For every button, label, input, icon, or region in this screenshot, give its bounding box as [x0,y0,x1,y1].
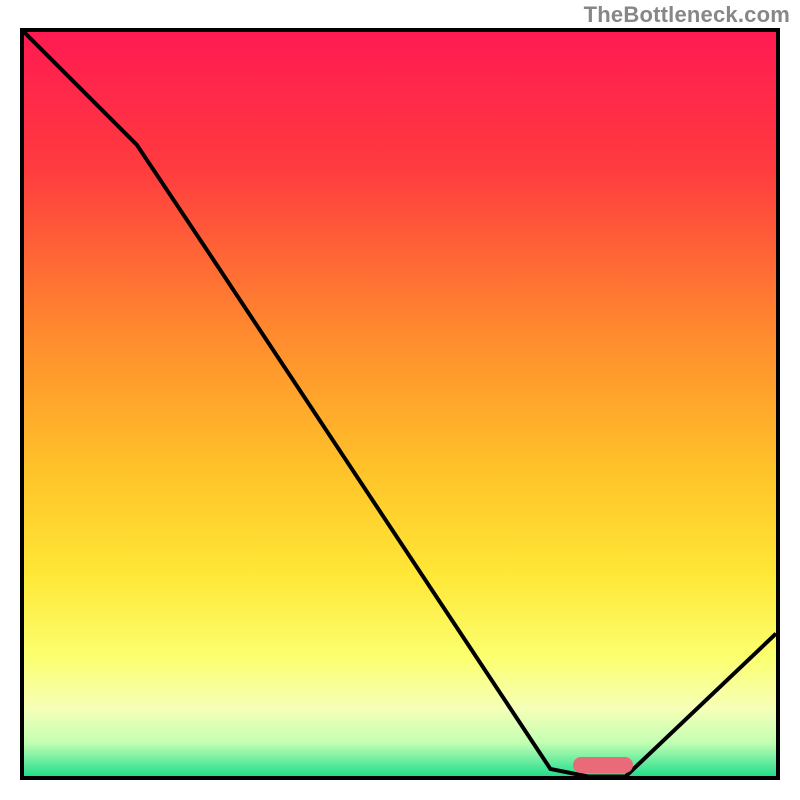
optimal-range-marker [573,757,633,773]
chart-container: TheBottleneck.com [0,0,800,800]
watermark-label: TheBottleneck.com [584,2,790,28]
bottleneck-curve [24,32,776,780]
chart-frame [20,28,780,780]
